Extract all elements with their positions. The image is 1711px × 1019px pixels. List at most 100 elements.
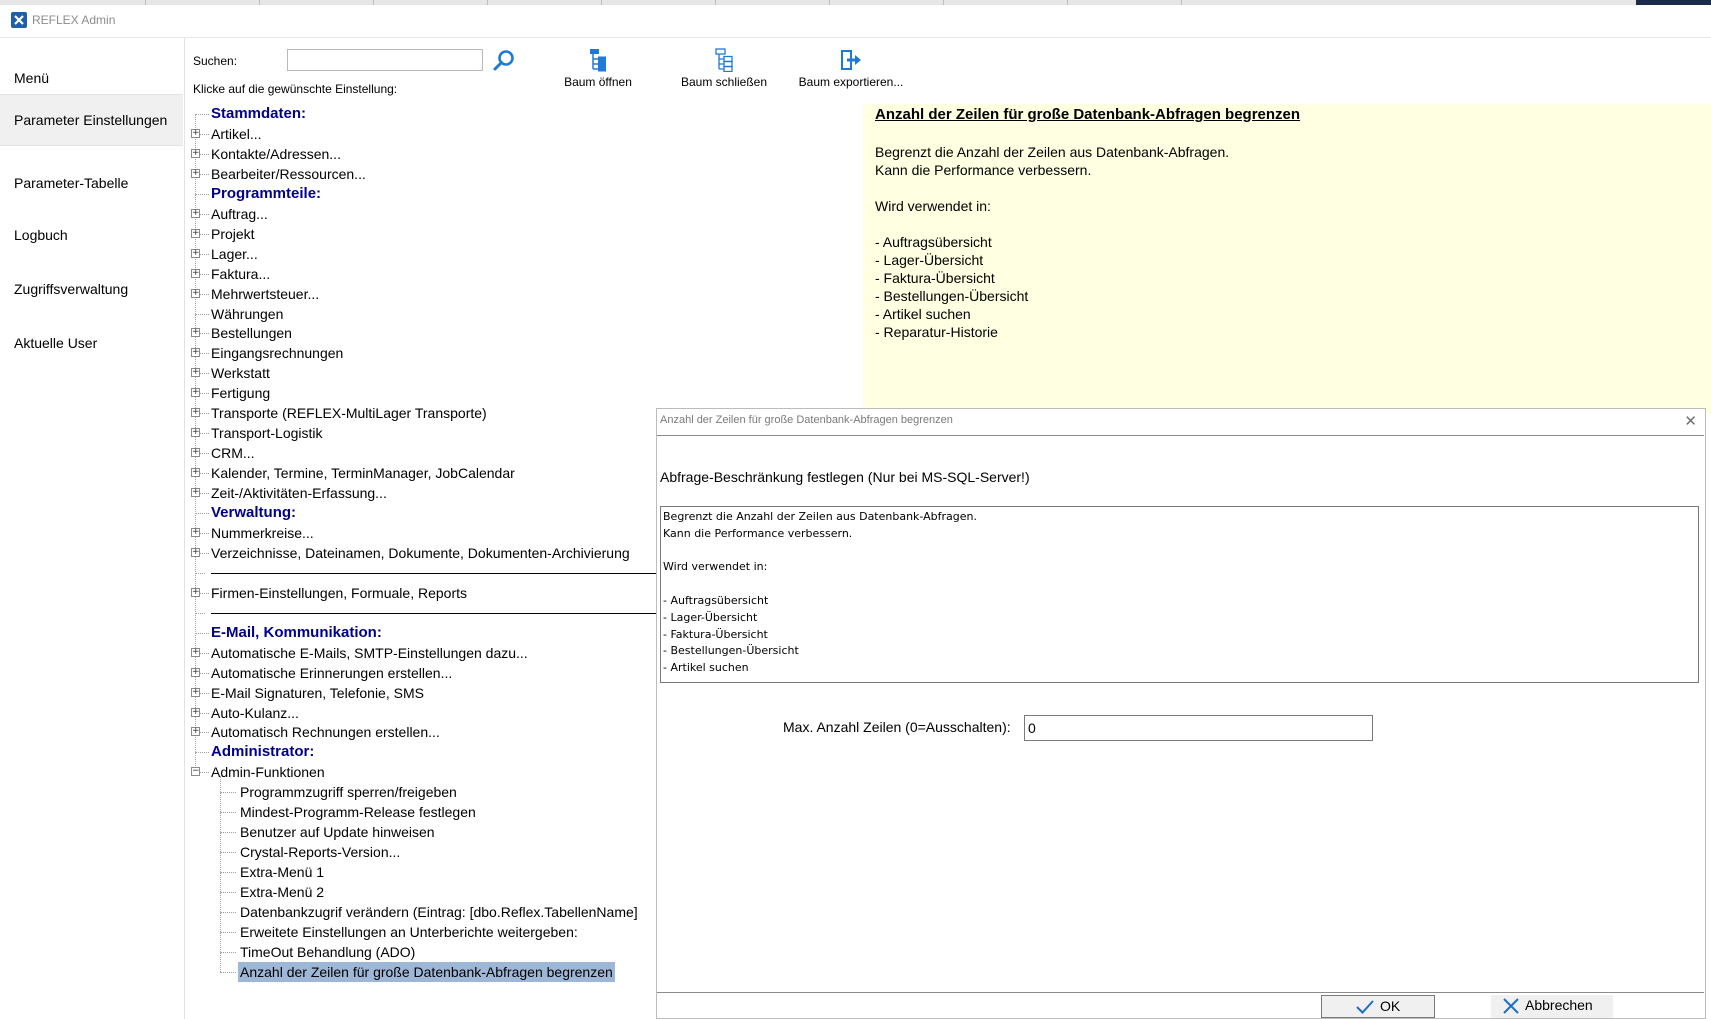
expand-icon[interactable]: +	[191, 547, 200, 557]
tree-item[interactable]: + Projekt	[188, 224, 658, 244]
tree-item[interactable]: + E-Mail Signaturen, Telefonie, SMS	[188, 683, 658, 703]
tree-item[interactable]: Mindest-Programm-Release festlegen	[188, 802, 658, 822]
tree-item-label: Admin-Funktionen	[211, 764, 325, 781]
tree-item-label: Datenbankzugrif verändern (Eintrag: [dbo…	[240, 904, 638, 920]
tree-item[interactable]: Erweitete Einstellungen an Unterberichte…	[188, 922, 658, 942]
row-limit-dialog: Anzahl der Zeilen für große Datenbank-Ab…	[656, 408, 1706, 1019]
menu-item-access-control[interactable]: Zugriffsverwaltung	[0, 264, 183, 314]
tree-item-label: Transport-Logistik	[211, 425, 323, 442]
tree-item[interactable]: + Verzeichnisse, Dateinamen, Dokumente, D…	[188, 543, 658, 563]
close-icon[interactable]: ✕	[1684, 412, 1697, 430]
tree-item[interactable]: + Kalender, Termine, TerminManager, JobCa…	[188, 463, 658, 483]
tree-item[interactable]: + Bestellungen	[188, 323, 658, 343]
tree-item-label: Anzahl der Zeilen für große Datenbank-Ab…	[238, 961, 615, 982]
expand-icon[interactable]: +	[191, 468, 200, 478]
expand-icon[interactable]: +	[191, 667, 200, 677]
tree-item-label: Kalender, Termine, TerminManager, JobCal…	[211, 465, 515, 482]
tree-item[interactable]: TimeOut Behandlung (ADO)	[188, 942, 658, 962]
expand-icon[interactable]: +	[191, 408, 200, 418]
tree-item-label: Automatisch Rechnungen erstellen...	[211, 724, 440, 741]
search-label: Suchen:	[193, 54, 238, 68]
expand-icon[interactable]: +	[191, 448, 200, 458]
tree-item[interactable]: + Mehrwertsteuer...	[188, 284, 658, 304]
tree-connector	[220, 792, 236, 794]
search-icon[interactable]	[492, 49, 516, 73]
tree-item[interactable]: + Automatische Erinnerungen erstellen...	[188, 663, 658, 683]
tree-item[interactable]: − Admin-Funktionen	[188, 762, 658, 782]
collapse-icon[interactable]: −	[191, 767, 200, 777]
tree-item-label: E-Mail Signaturen, Telefonie, SMS	[211, 684, 424, 701]
tree-item[interactable]: Währungen	[188, 304, 658, 324]
tree-item-label: Bearbeiter/Ressourcen...	[211, 165, 366, 182]
ok-label: OK	[1380, 998, 1401, 1014]
tree-item[interactable]: + Transporte (REFLEX-MultiLager Transport…	[188, 403, 658, 423]
tree-item[interactable]: Anzahl der Zeilen für große Datenbank-Ab…	[188, 961, 658, 982]
menu-item-logbook[interactable]: Logbuch	[0, 210, 183, 260]
expand-icon[interactable]: +	[191, 128, 200, 138]
tree-item[interactable]: + Faktura...	[188, 264, 658, 284]
tree-item[interactable]: + Fertigung	[188, 383, 658, 403]
tree-connector	[220, 812, 236, 814]
tree-item[interactable]: + Automatisch Rechnungen erstellen...	[188, 722, 658, 742]
tree-item-label: Transporte (REFLEX-MultiLager Transporte…	[211, 405, 487, 422]
expand-icon[interactable]: +	[191, 328, 200, 338]
tree-category-label: Verwaltung:	[211, 504, 297, 521]
menu-item-current-users[interactable]: Aktuelle User	[0, 318, 183, 368]
tree-connector	[220, 892, 236, 894]
tree-item[interactable]: Crystal-Reports-Version...	[188, 842, 658, 862]
expand-icon[interactable]: +	[191, 727, 200, 737]
expand-icon[interactable]: +	[191, 647, 200, 657]
tree-item[interactable]: Extra-Menü 2	[188, 882, 658, 902]
expand-icon[interactable]: +	[191, 707, 200, 717]
dialog-description-box[interactable]: Begrenzt die Anzahl der Zeilen aus Daten…	[660, 506, 1699, 683]
tree-item[interactable]: + Kontakte/Adressen...	[188, 144, 658, 164]
tree-item[interactable]: + Zeit-/Aktivitäten-Erfassung...	[188, 483, 658, 503]
tree-item[interactable]: + CRM...	[188, 443, 658, 463]
max-rows-input[interactable]	[1024, 715, 1373, 741]
tree-item-label: Eingangsrechnungen	[211, 345, 344, 362]
tree-item[interactable]: + Eingangsrechnungen	[188, 343, 658, 363]
tree-item[interactable]: + Artikel...	[188, 124, 658, 144]
export-tree-button[interactable]: Baum exportieren...	[792, 46, 910, 96]
expand-icon[interactable]: +	[191, 368, 200, 378]
expand-icon[interactable]: +	[191, 248, 200, 258]
expand-icon[interactable]: +	[191, 268, 200, 278]
expand-icon[interactable]: +	[191, 527, 200, 537]
tree-item[interactable]: + Bearbeiter/Ressourcen...	[188, 164, 658, 184]
menu-item-parameter-table[interactable]: Parameter-Tabelle	[0, 158, 183, 208]
open-tree-button[interactable]: Baum öffnen	[556, 46, 640, 96]
tree-item[interactable]: Benutzer auf Update hinweisen	[188, 822, 658, 842]
tree-item[interactable]: + Nummerkreise...	[188, 523, 658, 543]
tree-item[interactable]: + Firmen-Einstellungen, Formuale, Reports	[188, 583, 658, 603]
tree-item[interactable]: Extra-Menü 1	[188, 862, 658, 882]
expand-icon[interactable]: +	[191, 168, 200, 178]
tree-item[interactable]: + Lager...	[188, 244, 658, 264]
expand-icon[interactable]: +	[191, 208, 200, 218]
expand-icon[interactable]: +	[191, 388, 200, 398]
close-tree-button[interactable]: Baum schließen	[676, 46, 772, 96]
expand-icon[interactable]: +	[191, 228, 200, 238]
tree-item[interactable]: Programmzugriff sperren/freigeben	[188, 782, 658, 802]
tree-item-label: Verzeichnisse, Dateinamen, Dokumente, Do…	[211, 544, 630, 561]
left-menu: Menü Parameter Einstellungen Parameter-T…	[0, 38, 185, 1019]
search-input[interactable]	[287, 49, 483, 71]
expand-icon[interactable]: +	[191, 288, 200, 298]
menu-item-parameter-settings[interactable]: Parameter Einstellungen	[0, 94, 183, 146]
expand-icon[interactable]: +	[191, 587, 200, 597]
tree-item[interactable]: + Automatische E-Mails, SMTP-Einstellunge…	[188, 643, 658, 663]
tree-item[interactable]: + Werkstatt	[188, 363, 658, 383]
tree-item-label: Auftrag...	[211, 205, 268, 222]
expand-icon[interactable]: +	[191, 428, 200, 438]
ok-button[interactable]: OK	[1321, 995, 1435, 1018]
expand-icon[interactable]: +	[191, 687, 200, 697]
expand-icon[interactable]: +	[191, 148, 200, 158]
tree-category: Stammdaten:	[188, 104, 658, 124]
tree-item[interactable]: + Transport-Logistik	[188, 423, 658, 443]
tree-item[interactable]: + Auftrag...	[188, 204, 658, 224]
expand-icon[interactable]: +	[191, 488, 200, 498]
tree-item[interactable]: + Auto-Kulanz...	[188, 703, 658, 723]
tree-item[interactable]: Datenbankzugrif verändern (Eintrag: [dbo…	[188, 902, 658, 922]
expand-icon[interactable]: +	[191, 348, 200, 358]
tree-connector	[195, 752, 209, 754]
cancel-button[interactable]: Abbrechen	[1491, 995, 1613, 1018]
